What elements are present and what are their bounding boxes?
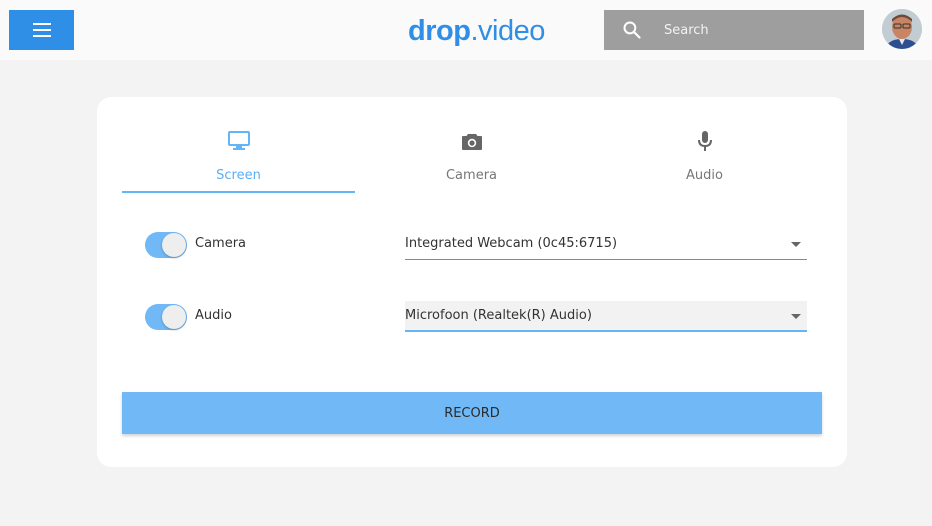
camera-label: Camera: [195, 236, 247, 251]
audio-device-select[interactable]: Microfoon (Realtek(R) Audio): [405, 301, 807, 332]
tab-audio[interactable]: Audio: [588, 129, 821, 193]
camera-setting-row: Camera Integrated Webcam (0c45:6715): [145, 225, 807, 265]
dropdown-arrow-icon: [791, 242, 801, 247]
avatar[interactable]: [882, 9, 922, 49]
tab-screen[interactable]: Screen: [122, 129, 355, 193]
top-bar: drop .video: [0, 0, 932, 60]
search-input[interactable]: [664, 22, 844, 38]
toggle-knob: [162, 233, 186, 257]
tab-camera-label: Camera: [445, 168, 498, 183]
audio-setting-row: Audio Microfoon (Realtek(R) Audio): [145, 297, 807, 337]
logo-text-drop: drop: [408, 14, 471, 47]
toggle-knob: [162, 305, 186, 329]
menu-button[interactable]: [9, 10, 74, 50]
audio-toggle[interactable]: [145, 304, 187, 330]
tab-audio-label: Audio: [686, 168, 723, 183]
audio-label: Audio: [195, 308, 232, 323]
camera-device-value: Integrated Webcam (0c45:6715): [405, 236, 618, 251]
recording-card: Screen Camera Audio Camera Integrated We…: [97, 97, 847, 467]
dropdown-arrow-icon: [791, 314, 801, 319]
audio-device-value: Microfoon (Realtek(R) Audio): [405, 308, 592, 323]
logo-text-video: .video: [470, 14, 545, 47]
app-logo[interactable]: drop .video: [408, 12, 545, 50]
search-icon[interactable]: [622, 20, 656, 40]
monitor-icon: [227, 129, 250, 153]
search-bar[interactable]: [604, 10, 864, 50]
record-button[interactable]: RECORD: [122, 392, 822, 434]
hamburger-icon: [32, 23, 51, 37]
tab-screen-label: Screen: [216, 168, 261, 183]
microphone-icon: [697, 129, 713, 153]
camera-device-select[interactable]: Integrated Webcam (0c45:6715): [405, 229, 807, 260]
camera-icon: [461, 129, 483, 153]
tab-camera[interactable]: Camera: [355, 129, 588, 193]
camera-toggle[interactable]: [145, 232, 187, 258]
